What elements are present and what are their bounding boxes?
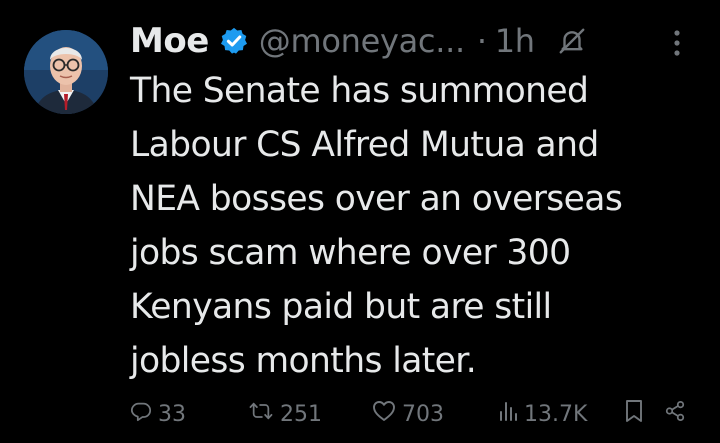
tweet-header: Moe @moneyac... · 1h [130, 16, 587, 66]
tweet-text-line: jobless months later. [130, 341, 477, 381]
views-count: 13.7K [524, 401, 588, 427]
action-bar: 33 251 703 13.7K [130, 396, 690, 432]
avatar[interactable] [24, 30, 108, 114]
tweet-text-line: NEA bosses over an overseas [130, 179, 623, 219]
muted-bell-icon[interactable] [557, 26, 587, 56]
author-handle[interactable]: @moneyac... [259, 22, 465, 60]
author-name[interactable]: Moe [130, 21, 209, 61]
views-chart-icon [498, 400, 524, 428]
tweet-timestamp[interactable]: 1h [495, 22, 535, 60]
tweet[interactable]: Moe @moneyac... · 1h The Senate has summ… [0, 0, 720, 443]
share-button[interactable] [664, 396, 692, 432]
share-icon [664, 400, 692, 428]
repost-button[interactable]: 251 [248, 396, 322, 432]
views-button[interactable]: 13.7K [498, 396, 587, 432]
bookmark-button[interactable] [624, 396, 650, 432]
tweet-text-line: Kenyans paid but are still [130, 287, 552, 327]
tweet-text-line: Labour CS Alfred Mutua and [130, 125, 599, 165]
like-button[interactable]: 703 [372, 396, 444, 432]
reply-count: 33 [158, 401, 186, 427]
more-vertical-icon[interactable] [665, 26, 689, 60]
header-separator: · [476, 22, 487, 60]
repost-count: 251 [280, 401, 322, 427]
reply-button[interactable]: 33 [130, 396, 186, 432]
verified-badge-icon[interactable] [219, 26, 249, 56]
tweet-text: The Senate has summoned Labour CS Alfred… [130, 64, 710, 388]
tweet-text-line: jobs scam where over 300 [130, 233, 571, 273]
like-count: 703 [402, 401, 444, 427]
repost-icon [248, 400, 280, 428]
tweet-text-line: The Senate has summoned [130, 71, 589, 111]
reply-icon [130, 400, 158, 428]
heart-icon [372, 400, 402, 428]
bookmark-icon [624, 399, 650, 429]
